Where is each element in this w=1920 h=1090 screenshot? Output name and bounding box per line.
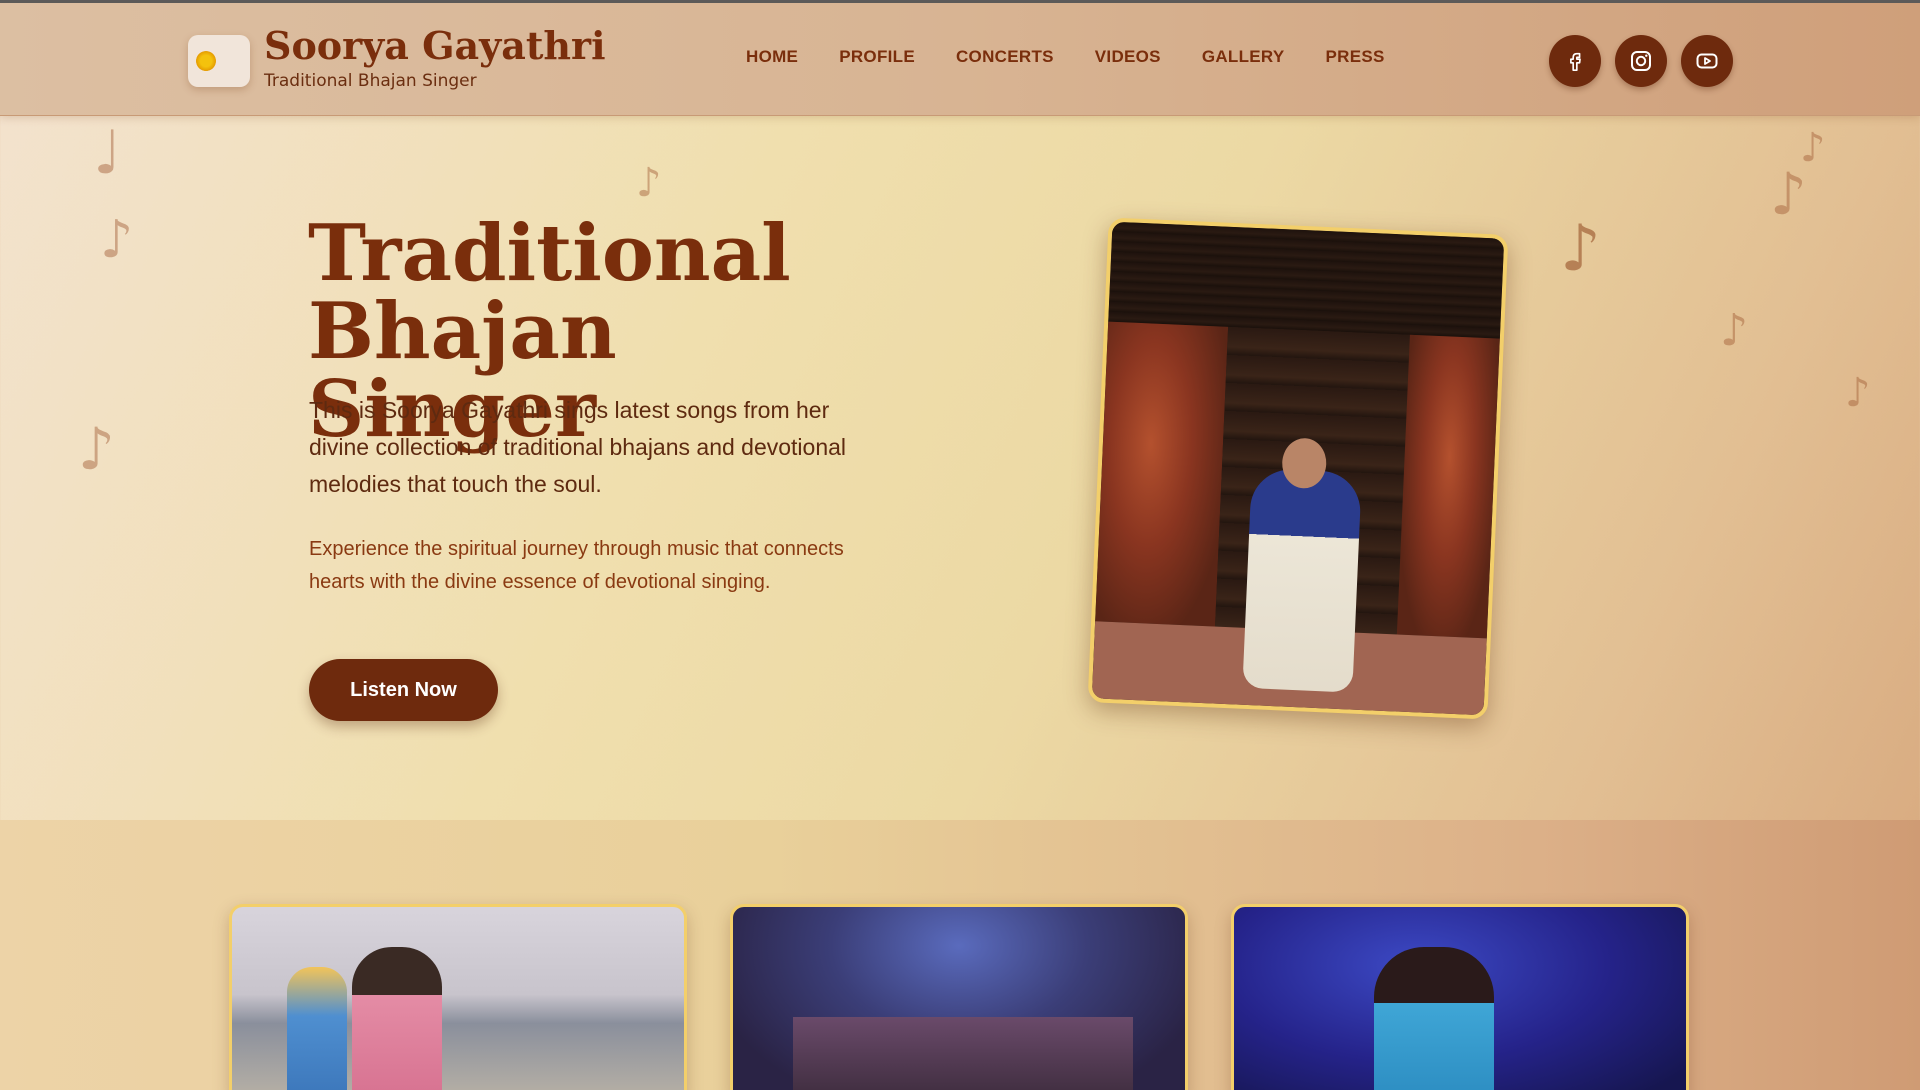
- site-logo[interactable]: [188, 35, 250, 87]
- music-note-icon: ♪: [1800, 125, 1826, 171]
- instagram-icon: [1631, 51, 1651, 71]
- sun-logo-icon: [196, 51, 216, 71]
- site-header: Soorya Gayathri Traditional Bhajan Singe…: [0, 3, 1920, 116]
- youtube-icon: [1696, 53, 1718, 69]
- youtube-button[interactable]: [1681, 35, 1733, 87]
- music-note-icon: ♪: [78, 415, 116, 483]
- hero-description: This is Soorya Gayathri sings latest son…: [309, 397, 847, 497]
- nav-profile[interactable]: PROFILE: [839, 47, 915, 67]
- music-note-icon: ♪: [1845, 370, 1871, 416]
- instagram-button[interactable]: [1615, 35, 1667, 87]
- music-note-icon: ♪: [1720, 305, 1749, 356]
- nav-concerts[interactable]: CONCERTS: [956, 47, 1054, 67]
- nav-gallery[interactable]: GALLERY: [1202, 47, 1285, 67]
- gallery-card-concert-stage[interactable]: [730, 904, 1188, 1090]
- music-note-icon: ♪: [1560, 212, 1601, 286]
- nav-press[interactable]: PRESS: [1326, 47, 1385, 67]
- nav-home[interactable]: HOME: [746, 47, 798, 67]
- listen-now-button[interactable]: Listen Now: [309, 659, 498, 721]
- music-note-icon: ♪: [636, 160, 662, 206]
- brand-title[interactable]: Soorya Gayathri: [264, 23, 606, 68]
- hero-description-secondary: Experience the spiritual journey through…: [309, 538, 844, 593]
- music-note-icon: ♩: [93, 118, 122, 188]
- nav-videos[interactable]: VIDEOS: [1095, 47, 1161, 67]
- music-note-icon: ♪: [100, 210, 134, 270]
- brand-subtitle: Traditional Bhajan Singer: [264, 71, 477, 91]
- main-nav: HOME PROFILE CONCERTS VIDEOS GALLERY PRE…: [746, 47, 1426, 67]
- facebook-button[interactable]: [1549, 35, 1601, 87]
- gallery-card-singer-performing[interactable]: [1231, 904, 1689, 1090]
- hero-singer-photo: [1087, 217, 1509, 720]
- facebook-icon: [1570, 52, 1581, 71]
- gallery-card-beach[interactable]: [229, 904, 687, 1090]
